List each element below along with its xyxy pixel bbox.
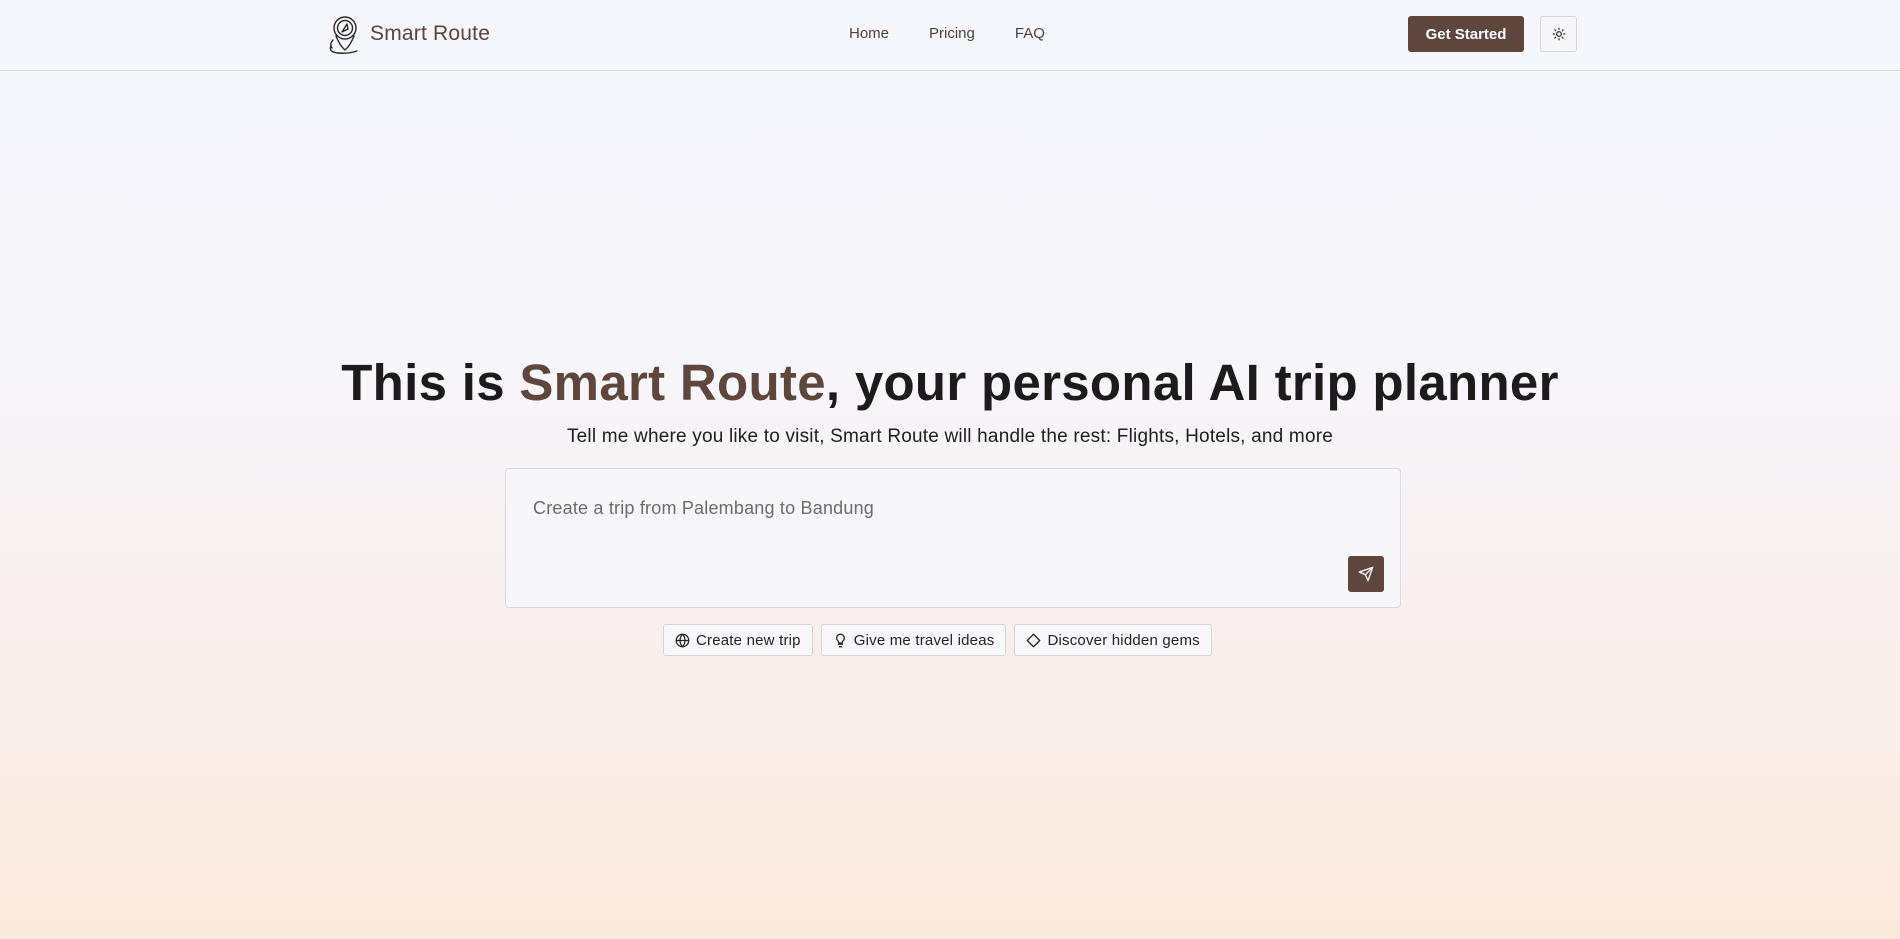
hero-title: This is Smart Route, your personal AI tr… — [0, 352, 1900, 414]
chip-label: Discover hidden gems — [1047, 631, 1200, 649]
diamond-icon — [1027, 633, 1041, 647]
globe-icon — [675, 633, 690, 647]
nav-home-link[interactable]: Home — [849, 24, 889, 44]
hero-title-suffix: , your personal AI trip planner — [825, 354, 1559, 411]
travel-ideas-chip[interactable]: Give me travel ideas — [820, 624, 1007, 656]
get-started-button[interactable]: Get Started — [1408, 16, 1524, 52]
chip-label: Create new trip — [696, 631, 801, 649]
nav-pricing-link[interactable]: Pricing — [929, 24, 975, 44]
lightbulb-icon — [835, 633, 845, 647]
send-button[interactable] — [1348, 556, 1384, 592]
brand-name: Smart Route — [370, 22, 491, 45]
sun-icon — [1552, 27, 1565, 41]
brand-logo-link[interactable]: Smart Route — [326, 13, 490, 55]
hero-subtitle: Tell me where you like to visit, Smart R… — [566, 426, 1334, 447]
site-header: Smart Route Home Pricing FAQ Get Started — [0, 0, 1900, 71]
hero-title-accent: Smart Route — [519, 354, 826, 411]
trip-prompt-input[interactable] — [533, 493, 1333, 523]
main-nav: Home Pricing FAQ — [849, 24, 1045, 44]
send-icon — [1358, 566, 1374, 582]
create-new-trip-chip[interactable]: Create new trip — [663, 624, 813, 656]
trip-prompt-box — [505, 468, 1401, 608]
map-pin-logo-icon — [329, 16, 358, 54]
nav-faq-link[interactable]: FAQ — [1015, 24, 1045, 44]
theme-toggle-button[interactable] — [1540, 16, 1577, 52]
hidden-gems-chip[interactable]: Discover hidden gems — [1014, 624, 1212, 656]
suggestion-chips: Create new trip Give me travel ideas Dis… — [663, 624, 1212, 656]
chip-label: Give me travel ideas — [853, 631, 995, 649]
hero-title-prefix: This is — [341, 354, 520, 411]
